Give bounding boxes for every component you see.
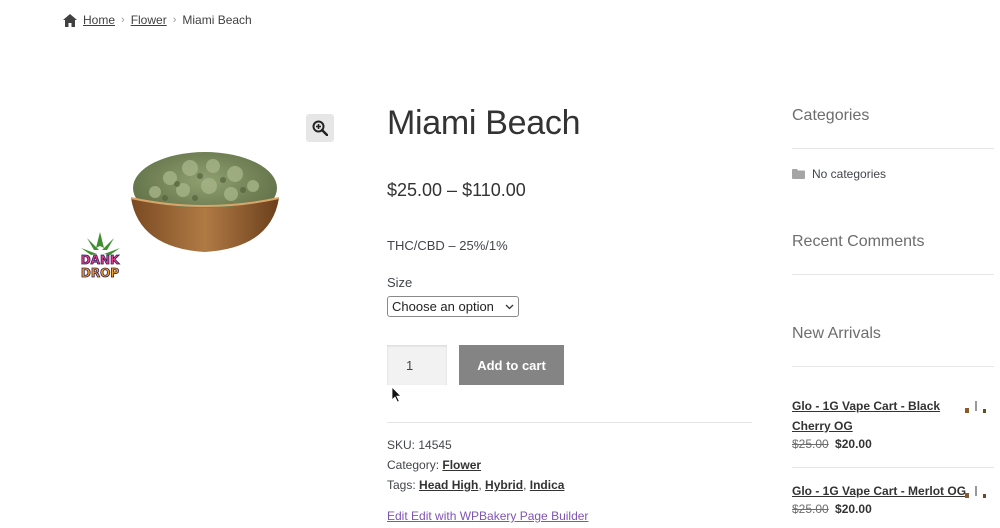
tags-label: Tags: <box>387 478 416 492</box>
new-arrivals-widget-title: New Arrivals <box>792 325 881 342</box>
zoom-in-icon <box>312 120 328 136</box>
size-select-value: Choose an option <box>392 299 494 314</box>
svg-text:DROP: DROP <box>81 266 119 280</box>
product-thumbnail[interactable] <box>963 400 989 414</box>
mouse-cursor-icon <box>392 387 402 403</box>
widget-divider <box>792 148 994 149</box>
tags-row: Tags: Head High, Hybrid, Indica <box>387 478 565 492</box>
tag-link[interactable]: Indica <box>530 478 565 492</box>
old-price: $25.00 <box>792 437 829 451</box>
breadcrumb: Home › Flower › Miami Beach <box>63 13 252 27</box>
new-arrival-item: Glo - 1G Vape Cart - Black Cherry OG $25… <box>792 396 994 451</box>
size-select[interactable]: Choose an option <box>387 296 519 317</box>
recent-comments-widget-title: Recent Comments <box>792 233 925 250</box>
old-price: $25.00 <box>792 502 829 516</box>
tag-link[interactable]: Hybrid <box>485 478 523 492</box>
folder-icon <box>792 169 805 179</box>
product-description: THC/CBD – 25%/1% <box>387 238 508 253</box>
breadcrumb-separator: › <box>172 14 177 26</box>
home-icon <box>63 13 77 27</box>
breadcrumb-home-link[interactable]: Home <box>83 13 115 27</box>
quantity-input[interactable]: 1 <box>387 345 447 385</box>
category-link[interactable]: Flower <box>442 458 481 472</box>
breadcrumb-current: Miami Beach <box>182 13 252 27</box>
category-row: Category: Flower <box>387 458 481 472</box>
product-price: $25.00 – $110.00 <box>387 180 526 200</box>
no-categories-text: No categories <box>812 167 887 181</box>
new-arrival-link[interactable]: Glo - 1G Vape Cart - Merlot OG <box>792 484 966 498</box>
size-label: Size <box>387 275 413 290</box>
add-to-cart-button[interactable]: Add to cart <box>459 345 564 385</box>
sku-row: SKU: 14545 <box>387 438 452 452</box>
new-arrival-link[interactable]: Glo - 1G Vape Cart - Black Cherry OG <box>792 399 940 433</box>
sku-label: SKU: <box>387 438 416 452</box>
quantity-value: 1 <box>406 357 414 373</box>
widget-divider <box>792 366 994 367</box>
categories-widget-title: Categories <box>792 107 870 124</box>
widget-divider <box>792 274 994 275</box>
category-label: Category: <box>387 458 440 472</box>
summary-divider <box>387 422 752 423</box>
breadcrumb-separator: › <box>121 14 125 26</box>
sale-price: $20.00 <box>835 437 872 451</box>
tag-link[interactable]: Head High <box>419 478 478 492</box>
svg-text:DANK: DANK <box>81 253 120 267</box>
new-arrival-item: Glo - 1G Vape Cart - Merlot OG $25.00 $2… <box>792 481 994 516</box>
zoom-button[interactable] <box>306 114 334 142</box>
brand-logo: DANK DROP <box>80 232 120 280</box>
product-image-bowl[interactable] <box>125 140 285 260</box>
product-title: Miami Beach <box>387 104 581 142</box>
sku-value: 14545 <box>418 438 452 452</box>
breadcrumb-category-link[interactable]: Flower <box>131 13 167 27</box>
chevron-down-icon <box>505 304 514 310</box>
item-divider <box>792 467 994 468</box>
no-categories-item: No categories <box>792 167 886 181</box>
sale-price: $20.00 <box>835 502 872 516</box>
edit-wpbakery-link[interactable]: Edit Edit with WPBakery Page Builder <box>387 509 588 523</box>
product-thumbnail[interactable] <box>963 485 989 499</box>
